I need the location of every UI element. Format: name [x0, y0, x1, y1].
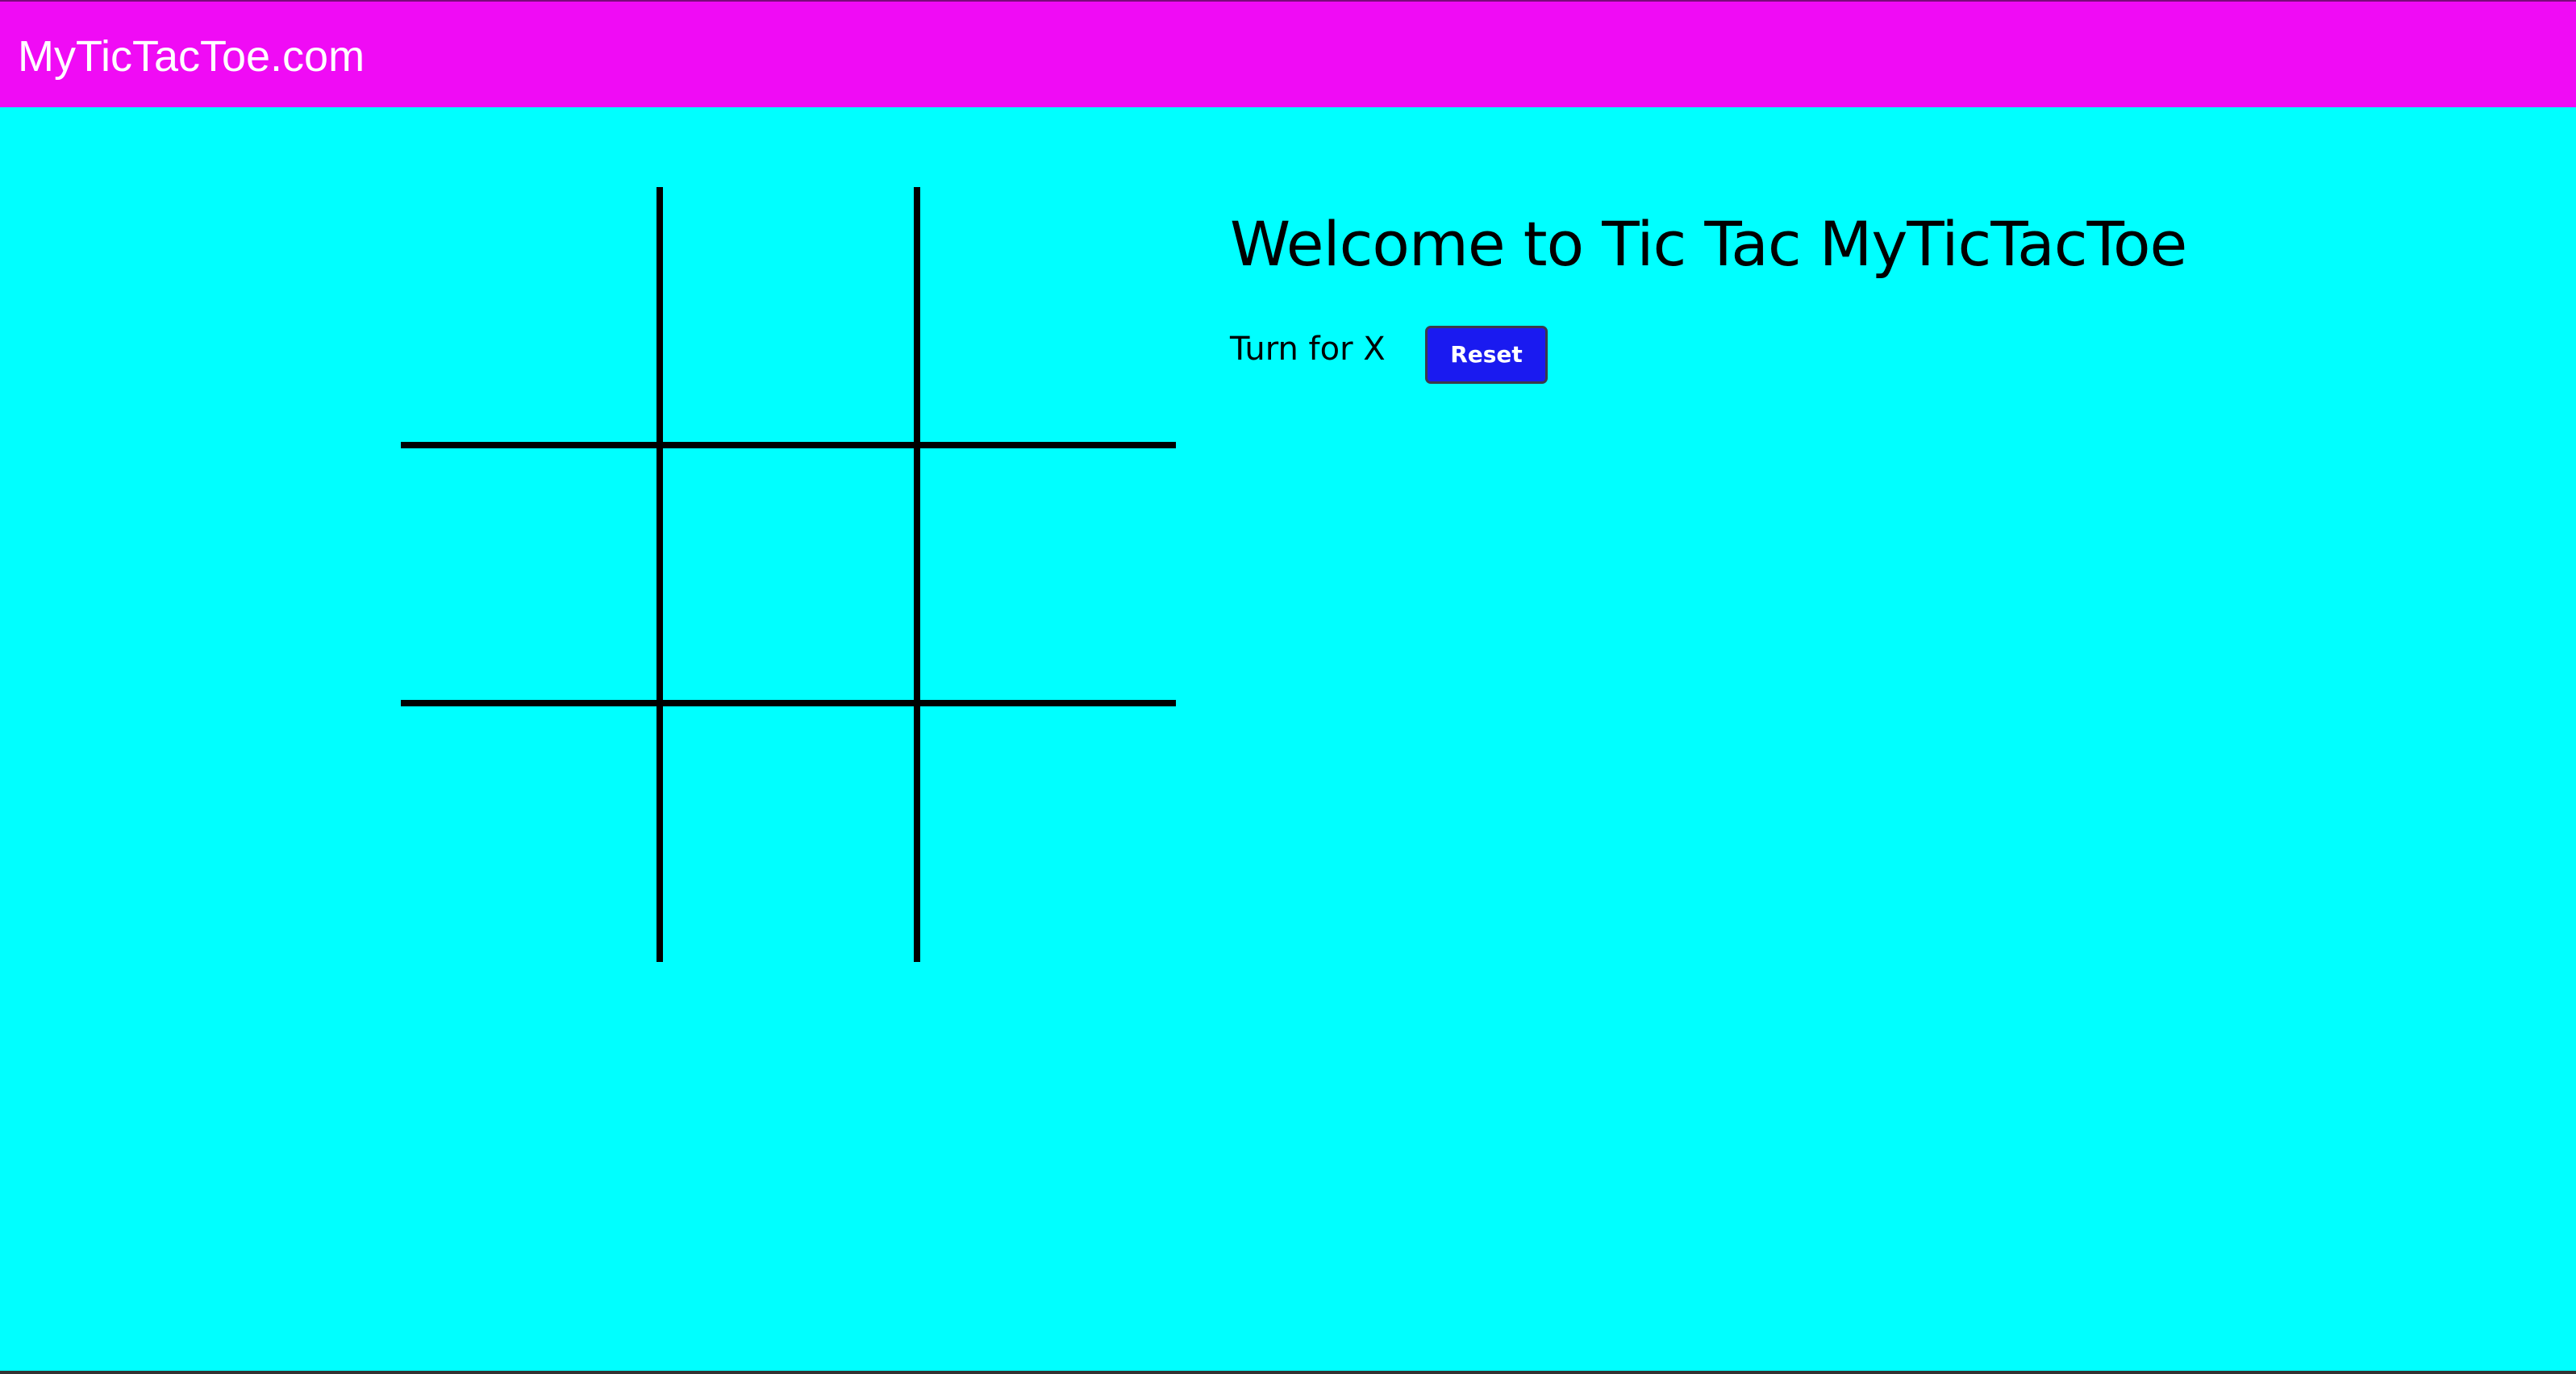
board-cell-7[interactable]	[401, 703, 659, 961]
turn-status: Turn for X	[1230, 331, 1386, 368]
tic-tac-toe-board	[401, 187, 1176, 962]
top-navbar: MyTicTacToe.com	[0, 0, 2576, 107]
grid-line-vertical-2	[914, 187, 920, 962]
board-cell-9[interactable]	[917, 703, 1175, 961]
board-cell-5[interactable]	[659, 445, 917, 703]
reset-button[interactable]: Reset	[1425, 326, 1548, 384]
grid-line-horizontal-1	[401, 442, 1176, 448]
board-cell-4[interactable]	[401, 445, 659, 703]
page-bottom-border	[0, 1371, 2576, 1374]
board-cell-3[interactable]	[917, 187, 1175, 445]
board-cell-1[interactable]	[401, 187, 659, 445]
board-cell-6[interactable]	[917, 445, 1175, 703]
board-cell-2[interactable]	[659, 187, 917, 445]
grid-line-horizontal-2	[401, 700, 1176, 706]
grid-line-vertical-1	[657, 187, 663, 962]
welcome-heading: Welcome to Tic Tac MyTicTacToe	[1230, 208, 2187, 280]
board-cell-8[interactable]	[659, 703, 917, 961]
brand-title[interactable]: MyTicTacToe.com	[18, 31, 365, 82]
